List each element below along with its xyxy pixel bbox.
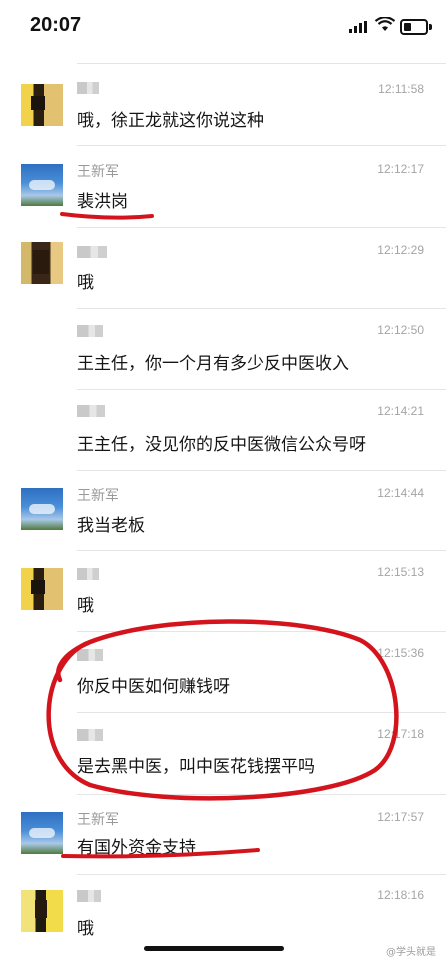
sender-name: 王新军 — [77, 812, 119, 828]
blurred-sender-name — [77, 890, 101, 902]
divider — [77, 308, 446, 309]
divider — [77, 550, 446, 551]
message-text: 有国外资金支持 — [77, 838, 196, 858]
avatar[interactable] — [21, 164, 63, 206]
status-time: 20:07 — [30, 14, 82, 36]
divider — [77, 145, 446, 146]
message-text: 裴洪岗 — [77, 192, 128, 212]
message-time: 12:12:29 — [377, 243, 424, 257]
divider — [77, 389, 446, 390]
message-text: 王主任，没见你的反中医微信公众号呀 — [77, 435, 366, 455]
message-time: 12:17:57 — [377, 810, 424, 824]
watermark: @学头就是 — [386, 947, 436, 958]
avatar[interactable] — [21, 242, 63, 284]
sender-name: 王新军 — [77, 164, 119, 180]
divider — [77, 794, 446, 795]
blurred-sender-name — [77, 568, 99, 580]
message-time: 12:11:58 — [378, 82, 424, 96]
signal-icon — [349, 21, 367, 33]
status-bar: 20:07 — [0, 0, 446, 56]
blurred-sender-name — [77, 246, 107, 258]
wifi-icon — [375, 17, 395, 31]
message-text: 哦 — [77, 919, 94, 939]
message-time: 12:14:44 — [377, 486, 424, 500]
blurred-sender-name — [77, 405, 105, 417]
blurred-sender-name — [77, 325, 103, 337]
home-indicator[interactable] — [144, 946, 284, 951]
divider — [77, 631, 446, 632]
message-time: 12:15:36 — [377, 646, 424, 660]
message-text: 哦 — [77, 273, 94, 293]
divider — [77, 712, 446, 713]
message-time: 12:17:18 — [377, 727, 424, 741]
avatar[interactable] — [21, 84, 63, 126]
divider — [77, 470, 446, 471]
message-time: 12:15:13 — [377, 565, 424, 579]
message-time: 12:14:21 — [377, 404, 424, 418]
message-text: 哦 — [77, 596, 94, 616]
message-time: 12:18:16 — [377, 888, 424, 902]
message-text: 是去黑中医，叫中医花钱摆平吗 — [77, 757, 315, 777]
message-time: 12:12:50 — [377, 323, 424, 337]
divider — [77, 227, 446, 228]
message-text: 哦，徐正龙就这你说这种 — [77, 111, 264, 131]
sender-name: 王新军 — [77, 488, 119, 504]
blurred-sender-name — [77, 82, 99, 94]
avatar[interactable] — [21, 812, 63, 854]
message-text: 我当老板 — [77, 516, 145, 536]
avatar[interactable] — [21, 568, 63, 610]
divider — [77, 63, 446, 64]
underline-mark — [60, 212, 154, 220]
battery-icon — [400, 19, 432, 35]
blurred-sender-name — [77, 729, 103, 741]
avatar[interactable] — [21, 890, 63, 932]
divider — [77, 874, 446, 875]
message-text: 你反中医如何赚钱呀 — [77, 677, 230, 697]
avatar[interactable] — [21, 488, 63, 530]
message-time: 12:12:17 — [377, 162, 424, 176]
blurred-sender-name — [77, 649, 103, 661]
message-text: 王主任，你一个月有多少反中医收入 — [77, 354, 349, 374]
